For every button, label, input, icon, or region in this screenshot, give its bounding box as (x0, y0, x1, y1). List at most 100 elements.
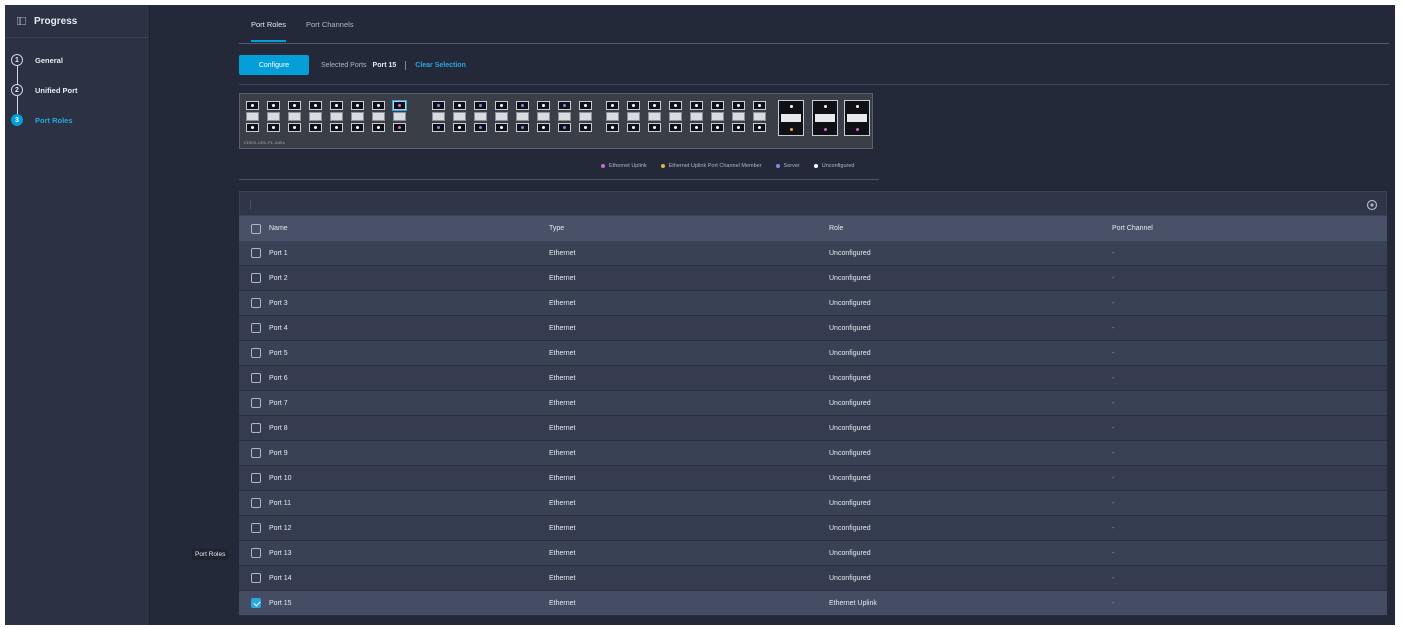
configure-button[interactable]: Configure (239, 55, 309, 75)
qsfp-port[interactable] (844, 100, 870, 136)
table-row[interactable]: Port 13 Ethernet Unconfigured - (239, 541, 1387, 566)
switch-port[interactable] (267, 123, 280, 132)
switch-port[interactable] (453, 123, 466, 132)
switch-port[interactable] (753, 123, 766, 132)
switch-port[interactable] (516, 123, 529, 132)
switch-port[interactable] (711, 123, 724, 132)
switch-port[interactable] (579, 123, 592, 132)
switch-port[interactable] (309, 101, 322, 110)
switch-port[interactable] (753, 101, 766, 110)
switch-port[interactable] (669, 123, 682, 132)
switch-port[interactable] (690, 101, 703, 110)
switch-port[interactable] (330, 101, 343, 110)
switch-port[interactable] (537, 123, 550, 132)
switch-port[interactable] (495, 101, 508, 110)
row-checkbox[interactable] (251, 548, 261, 558)
table-row[interactable]: Port 11 Ethernet Unconfigured - (239, 491, 1387, 516)
table-row[interactable]: Port 14 Ethernet Unconfigured - (239, 566, 1387, 591)
row-checkbox[interactable] (251, 298, 261, 308)
table-row[interactable]: Port 6 Ethernet Unconfigured - (239, 366, 1387, 391)
switch-port[interactable] (627, 123, 640, 132)
row-checkbox[interactable] (251, 398, 261, 408)
clear-selection-link[interactable]: Clear Selection (415, 62, 466, 69)
qsfp-port[interactable] (812, 100, 838, 136)
switch-port[interactable] (558, 123, 571, 132)
switch-port[interactable] (246, 101, 259, 110)
switch-port[interactable] (372, 101, 385, 110)
row-checkbox[interactable] (251, 273, 261, 283)
table-row[interactable]: Port 15 Ethernet Ethernet Uplink - (239, 591, 1387, 616)
table-row[interactable]: Port 4 Ethernet Unconfigured - (239, 316, 1387, 341)
table-row[interactable]: Port 8 Ethernet Unconfigured - (239, 416, 1387, 441)
switch-port[interactable] (351, 101, 364, 110)
switch-port[interactable] (732, 123, 745, 132)
switch-port[interactable] (579, 101, 592, 110)
cell-port-channel: - (1112, 374, 1115, 382)
column-header-role[interactable]: Role (829, 225, 1112, 232)
row-checkbox[interactable] (251, 423, 261, 433)
switch-port[interactable] (288, 101, 301, 110)
column-header-port-channel[interactable]: Port Channel (1112, 225, 1387, 232)
switch-port[interactable] (392, 100, 407, 111)
switch-port[interactable] (309, 123, 322, 132)
switch-port[interactable] (606, 101, 619, 110)
switch-port[interactable] (474, 101, 487, 110)
column-header-name[interactable]: Name (269, 225, 549, 232)
table-row[interactable]: Port 9 Ethernet Unconfigured - (239, 441, 1387, 466)
tab-port-roles[interactable]: Port Roles (251, 20, 287, 42)
switch-port[interactable] (432, 101, 445, 110)
table-row[interactable]: Port 1 Ethernet Unconfigured - (239, 241, 1387, 266)
step-port-roles[interactable]: 3 Port Roles (5, 105, 149, 135)
row-checkbox[interactable] (251, 248, 261, 258)
port-led-icon (500, 126, 503, 129)
step-general[interactable]: 1 General (5, 45, 149, 75)
menu-icon[interactable] (17, 17, 26, 25)
switch-port[interactable] (246, 123, 259, 132)
gear-icon[interactable] (1366, 198, 1378, 211)
switch-port[interactable] (558, 101, 571, 110)
switch-port[interactable] (648, 101, 661, 110)
row-checkbox[interactable] (251, 473, 261, 483)
switch-port[interactable] (453, 101, 466, 110)
row-checkbox[interactable] (251, 523, 261, 533)
table-row[interactable]: Port 10 Ethernet Unconfigured - (239, 466, 1387, 491)
row-checkbox[interactable] (251, 348, 261, 358)
column-header-type[interactable]: Type (549, 225, 829, 232)
switch-port[interactable] (474, 123, 487, 132)
switch-port[interactable] (516, 101, 529, 110)
switch-port[interactable] (372, 123, 385, 132)
step-unified-port[interactable]: 2 Unified Port (5, 75, 149, 105)
select-all-checkbox[interactable] (251, 223, 261, 234)
sidebar-title: Progress (34, 15, 78, 27)
switch-port[interactable] (495, 123, 508, 132)
switch-port[interactable] (330, 123, 343, 132)
table-row[interactable]: Port 3 Ethernet Unconfigured - (239, 291, 1387, 316)
switch-port[interactable] (627, 101, 640, 110)
tab-port-channels[interactable]: Port Channels (306, 20, 354, 40)
switch-port[interactable] (393, 123, 406, 132)
switch-port[interactable] (537, 101, 550, 110)
table-row[interactable]: Port 7 Ethernet Unconfigured - (239, 391, 1387, 416)
row-checkbox[interactable] (251, 373, 261, 383)
row-checkbox[interactable] (251, 323, 261, 333)
switch-port[interactable] (351, 123, 364, 132)
switch-port[interactable] (648, 123, 661, 132)
port-led-icon (716, 104, 719, 107)
table-row[interactable]: Port 12 Ethernet Unconfigured - (239, 516, 1387, 541)
switch-port[interactable] (669, 101, 682, 110)
row-checkbox[interactable] (251, 498, 261, 508)
switch-port[interactable] (732, 101, 745, 110)
switch-port[interactable] (711, 101, 724, 110)
switch-port[interactable] (432, 123, 445, 132)
switch-port[interactable] (267, 101, 280, 110)
table-row[interactable]: Port 2 Ethernet Unconfigured - (239, 266, 1387, 291)
row-checkbox[interactable] (251, 598, 261, 608)
table-row[interactable]: Port 5 Ethernet Unconfigured - (239, 341, 1387, 366)
row-checkbox[interactable] (251, 573, 261, 583)
qsfp-port[interactable] (778, 100, 804, 136)
switch-port[interactable] (288, 123, 301, 132)
switch-port[interactable] (606, 123, 619, 132)
switch-port-label (246, 112, 259, 121)
switch-port[interactable] (690, 123, 703, 132)
row-checkbox[interactable] (251, 448, 261, 458)
